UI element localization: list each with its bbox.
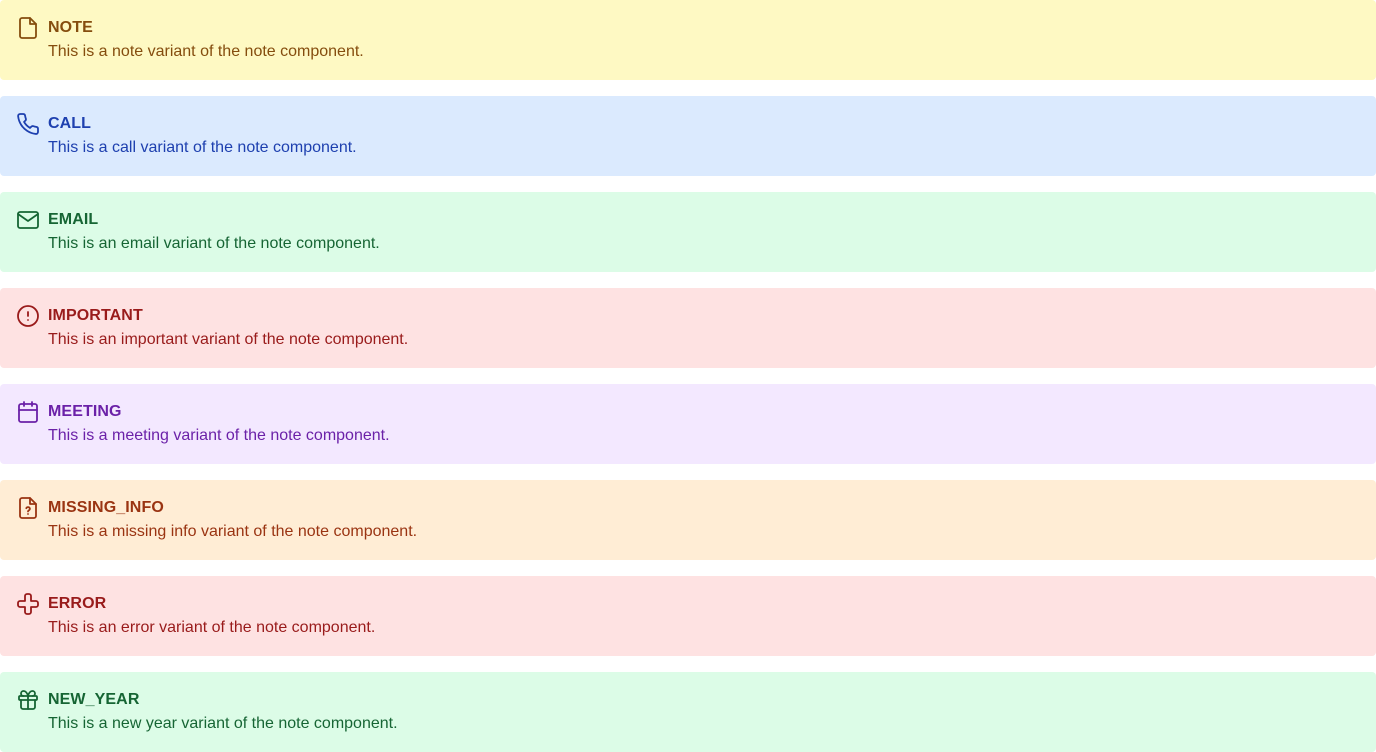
note-text: This is an important variant of the note…: [48, 331, 409, 348]
alert-circle-icon: [16, 304, 40, 328]
note-title: MEETING: [48, 403, 122, 420]
note-card-error: ERROR This is an error variant of the no…: [0, 576, 1376, 656]
note-text: This is a missing info variant of the no…: [48, 523, 418, 540]
note-title: MISSING_INFO: [48, 499, 164, 516]
note-card-new-year: NEW_YEAR This is a new year variant of t…: [0, 672, 1376, 752]
note-card-note: NOTE This is a note variant of the note …: [0, 0, 1376, 80]
phone-icon: [16, 112, 40, 136]
gift-icon: [16, 688, 40, 712]
note-card-missing-info: MISSING_INFO This is a missing info vari…: [0, 480, 1376, 560]
note-title: NOTE: [48, 19, 93, 36]
mail-icon: [16, 208, 40, 232]
notes-list: NOTE This is a note variant of the note …: [0, 0, 1376, 752]
note-title: NEW_YEAR: [48, 691, 140, 708]
file-icon: [16, 16, 40, 40]
note-text: This is a note variant of the note compo…: [48, 43, 364, 60]
note-card-important: IMPORTANT This is an important variant o…: [0, 288, 1376, 368]
note-title: ERROR: [48, 595, 107, 612]
note-card-meeting: MEETING This is a meeting variant of the…: [0, 384, 1376, 464]
note-card-call: CALL This is a call variant of the note …: [0, 96, 1376, 176]
note-text: This is a meeting variant of the note co…: [48, 427, 390, 444]
calendar-icon: [16, 400, 40, 424]
file-question-icon: [16, 496, 40, 520]
note-text: This is a call variant of the note compo…: [48, 139, 357, 156]
note-title: IMPORTANT: [48, 307, 143, 324]
cross-icon: [16, 592, 40, 616]
note-text: This is an email variant of the note com…: [48, 235, 380, 252]
note-text: This is a new year variant of the note c…: [48, 715, 398, 732]
note-card-email: EMAIL This is an email variant of the no…: [0, 192, 1376, 272]
note-title: EMAIL: [48, 211, 99, 228]
note-text: This is an error variant of the note com…: [48, 619, 376, 636]
note-title: CALL: [48, 115, 92, 132]
